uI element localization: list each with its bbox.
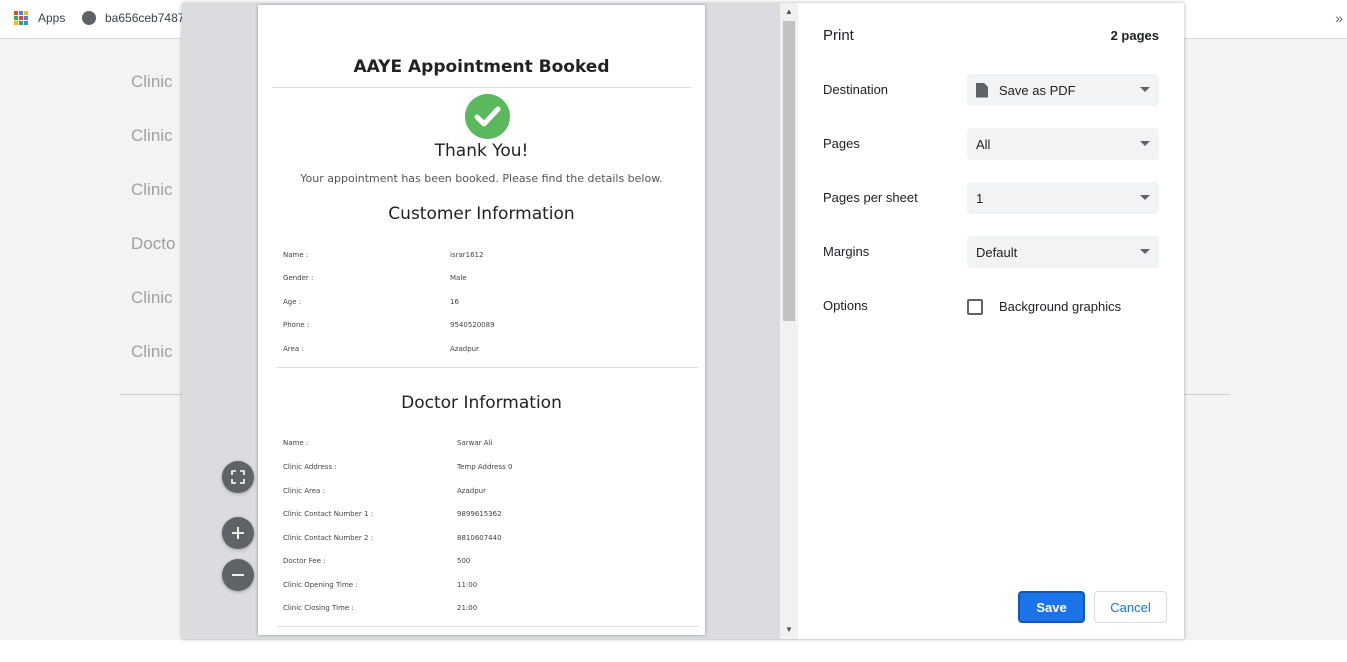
background-graphics-checkbox[interactable] xyxy=(967,299,983,315)
file-icon xyxy=(976,82,988,98)
customer-row-value: 16 xyxy=(450,298,459,306)
customer-row-value: israr1612 xyxy=(450,251,484,259)
title-divider xyxy=(272,87,691,88)
doctor-row-label: Clinic Area : xyxy=(283,487,325,495)
doctor-row-value: Sarwar Ali xyxy=(457,439,493,447)
destination-value: Save as PDF xyxy=(999,82,1076,98)
destination-select[interactable]: Save as PDF xyxy=(967,74,1159,106)
pages-per-sheet-select[interactable]: 1 xyxy=(967,182,1159,214)
doctor-row-value: 500 xyxy=(457,557,471,565)
doctor-row-label: Name : xyxy=(283,439,309,447)
zoom-out-button[interactable] xyxy=(222,559,254,591)
globe-icon xyxy=(82,11,96,25)
doctor-row-label: Clinic Closing Time : xyxy=(283,604,354,612)
bookmark-apps[interactable]: Apps xyxy=(14,11,65,25)
dropdown-caret-icon xyxy=(1140,141,1150,146)
doctor-row-label: Clinic Opening Time : xyxy=(283,581,358,589)
bookmark-site[interactable]: ba656ceb7487 xyxy=(82,11,184,25)
scroll-down-arrow[interactable]: ▼ xyxy=(785,625,793,634)
print-dialog: AAYE Appointment Booked Thank You! Your … xyxy=(182,3,1184,639)
section-divider xyxy=(277,626,698,627)
customer-info-heading: Customer Information xyxy=(388,204,575,224)
margins-value: Default xyxy=(976,244,1018,260)
doctor-info-heading: Doctor Information xyxy=(401,393,562,413)
scroll-up-arrow[interactable]: ▲ xyxy=(785,7,793,16)
customer-row-label: Phone : xyxy=(283,321,310,329)
doctor-row-label: Doctor Fee : xyxy=(283,557,326,565)
customer-row-label: Name : xyxy=(283,251,309,259)
print-title: Print xyxy=(823,27,854,44)
apps-icon xyxy=(14,11,28,25)
print-settings: Print 2 pages Destination Save as PDF Pa… xyxy=(798,3,1184,639)
preview-scrollbar[interactable]: ▲ ▼ xyxy=(780,3,798,639)
preview-page: AAYE Appointment Booked Thank You! Your … xyxy=(258,5,705,635)
bookmark-site-label: ba656ceb7487 xyxy=(105,11,185,25)
fit-to-page-icon xyxy=(231,470,245,484)
cancel-button[interactable]: Cancel xyxy=(1094,591,1167,623)
thank-you-heading: Thank You! xyxy=(434,141,529,161)
section-divider xyxy=(277,367,698,368)
zoom-in-icon xyxy=(232,527,244,539)
doctor-row-label: Clinic Contact Number 1 : xyxy=(283,510,374,518)
options-label: Options xyxy=(823,298,868,313)
background-list-item: Clinic xyxy=(131,126,173,145)
background-list-item: Clinic xyxy=(131,342,173,361)
destination-label: Destination xyxy=(823,82,889,97)
doctor-row-label: Clinic Contact Number 2 : xyxy=(283,534,374,542)
background-list-item: Clinic xyxy=(131,72,173,91)
bookmark-apps-label: Apps xyxy=(38,11,66,25)
dropdown-caret-icon xyxy=(1140,87,1150,92)
doctor-row-value: Temp Address 0 xyxy=(457,463,513,471)
check-icon xyxy=(465,94,510,139)
margins-select[interactable]: Default xyxy=(967,236,1159,268)
customer-row-label: Gender : xyxy=(283,274,314,282)
background-list-item: Clinic xyxy=(131,180,173,199)
pages-select[interactable]: All xyxy=(967,128,1159,160)
print-preview: AAYE Appointment Booked Thank You! Your … xyxy=(182,3,798,639)
background-list-item: Clinic xyxy=(131,288,173,307)
pages-value: All xyxy=(976,136,991,152)
zoom-in-button[interactable] xyxy=(222,517,254,549)
customer-row-value: 9540520089 xyxy=(450,321,495,329)
confirmation-text: Your appointment has been booked. Please… xyxy=(300,172,663,185)
margins-label: Margins xyxy=(823,244,870,259)
pages-label: Pages xyxy=(823,136,860,151)
dropdown-caret-icon xyxy=(1140,195,1150,200)
customer-row-label: Area : xyxy=(283,345,304,353)
doctor-row-value: 9899615362 xyxy=(457,510,502,518)
customer-row-value: Azadpur xyxy=(450,345,479,353)
doctor-row-value: 8810607440 xyxy=(457,534,502,542)
background-graphics-label[interactable]: Background graphics xyxy=(999,299,1121,314)
doctor-row-value: Azadpur xyxy=(457,487,486,495)
doctor-row-label: Clinic Address : xyxy=(283,463,337,471)
background-list-item: Docto xyxy=(131,234,176,253)
bookmarks-overflow-button[interactable]: » xyxy=(1335,10,1343,26)
pages-per-sheet-label: Pages per sheet xyxy=(823,190,918,205)
save-button[interactable]: Save xyxy=(1018,591,1085,623)
scroll-thumb[interactable] xyxy=(783,21,795,321)
dropdown-caret-icon xyxy=(1140,249,1150,254)
customer-row-value: Male xyxy=(450,274,467,282)
doctor-row-value: 21:00 xyxy=(457,604,478,612)
document-title: AAYE Appointment Booked xyxy=(353,57,610,77)
zoom-out-icon xyxy=(232,574,244,576)
customer-row-label: Age : xyxy=(283,298,302,306)
fit-to-page-button[interactable] xyxy=(222,461,254,493)
doctor-row-value: 11:00 xyxy=(457,581,478,589)
page-count: 2 pages xyxy=(1110,28,1159,43)
pages-per-sheet-value: 1 xyxy=(976,190,984,206)
